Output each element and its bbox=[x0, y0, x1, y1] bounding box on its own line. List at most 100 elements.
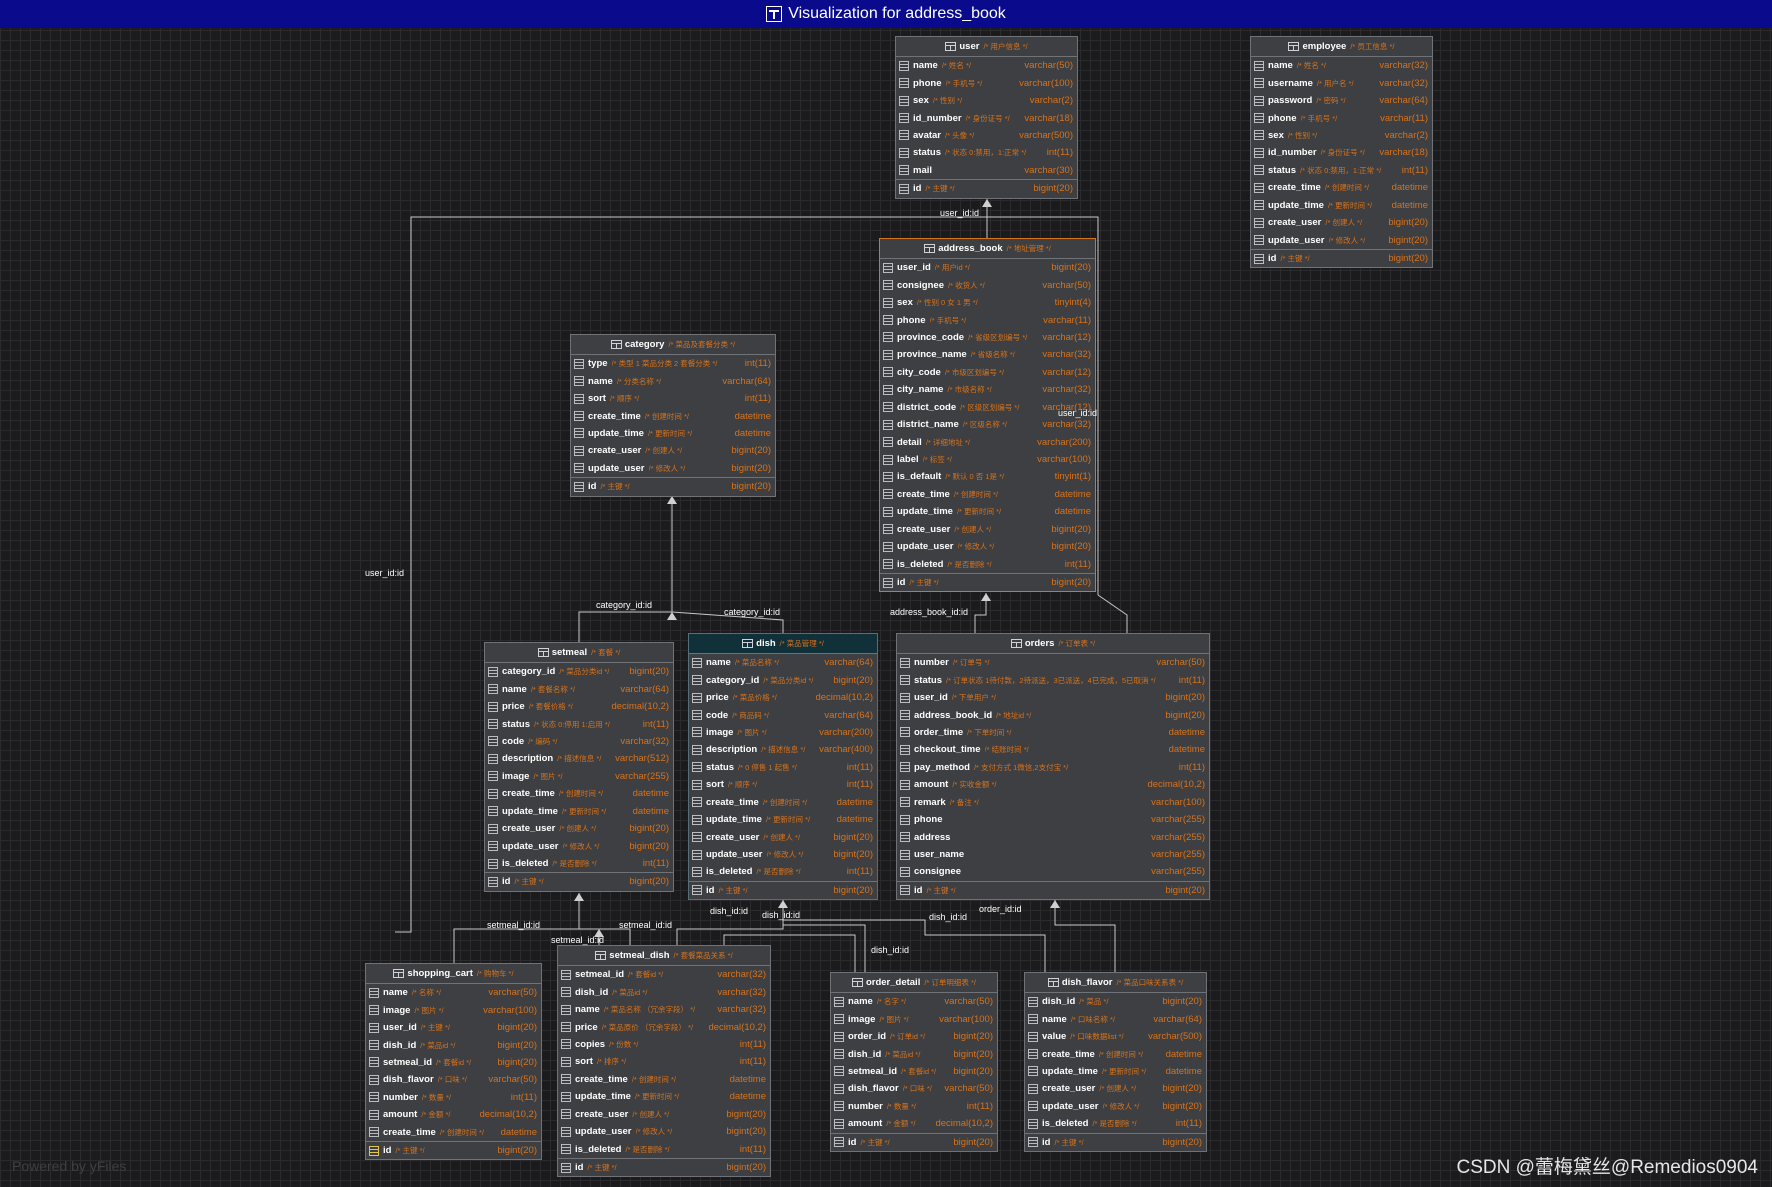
column-row[interactable]: create_user/* 创建人 */ bigint(20) bbox=[1251, 214, 1432, 231]
table-header[interactable]: user/* 用户信息 */ bbox=[896, 37, 1077, 57]
column-row[interactable]: status/* 状态 0:禁用，1:正常 */ int(11) bbox=[896, 144, 1077, 161]
column-row[interactable]: create_time/* 创建时间 */ datetime bbox=[366, 1124, 541, 1141]
column-row[interactable]: create_time/* 创建时间 */ datetime bbox=[485, 785, 673, 802]
column-row[interactable]: status/* 状态 0:停用 1:启用 */ int(11) bbox=[485, 715, 673, 732]
column-row[interactable]: name/* 名字 */ varchar(50) bbox=[831, 993, 997, 1010]
column-row[interactable]: update_user/* 修改人 */ bigint(20) bbox=[689, 846, 877, 863]
column-row[interactable]: dish_id/* 菜品id */ bigint(20) bbox=[366, 1036, 541, 1053]
column-row[interactable]: id/* 主键 */ bigint(20) bbox=[1251, 248, 1432, 267]
column-row[interactable]: district_name/* 区级名称 */ varchar(32) bbox=[880, 416, 1095, 433]
column-row[interactable]: name/* 菜品名称 */ varchar(64) bbox=[689, 654, 877, 671]
column-row[interactable]: sex/* 性别 */ varchar(2) bbox=[1251, 127, 1432, 144]
column-row[interactable]: id/* 主键 */ bigint(20) bbox=[571, 477, 775, 495]
column-row[interactable]: id/* 主键 */ bigint(20) bbox=[880, 572, 1095, 591]
column-row[interactable]: image/* 图片 */ varchar(255) bbox=[485, 768, 673, 785]
column-row[interactable]: id_number/* 身份证号 */ varchar(18) bbox=[896, 109, 1077, 126]
column-row[interactable]: name/* 套餐名称 */ varchar(64) bbox=[485, 680, 673, 697]
column-row[interactable]: create_user/* 创建人 */ bigint(20) bbox=[558, 1106, 770, 1123]
column-row[interactable]: is_deleted/* 是否删除 */ int(11) bbox=[880, 555, 1095, 572]
column-row[interactable]: update_user/* 修改人 */ bigint(20) bbox=[571, 460, 775, 477]
column-row[interactable]: price/* 套餐价格 */ decimal(10,2) bbox=[485, 698, 673, 715]
column-row[interactable]: address varchar(255) bbox=[897, 828, 1209, 845]
column-row[interactable]: create_time/* 创建时间 */ datetime bbox=[689, 794, 877, 811]
column-row[interactable]: name/* 菜品名称 （冗余字段） */ varchar(32) bbox=[558, 1001, 770, 1018]
column-row[interactable]: update_time/* 更新时间 */ datetime bbox=[485, 803, 673, 820]
column-row[interactable]: city_code/* 市级区划编号 */ varchar(12) bbox=[880, 364, 1095, 381]
column-row[interactable]: user_id/* 主键 */ bigint(20) bbox=[366, 1019, 541, 1036]
column-row[interactable]: name/* 姓名 */ varchar(32) bbox=[1251, 57, 1432, 74]
table-header[interactable]: setmeal_dish/* 套餐菜品关系 */ bbox=[558, 946, 770, 966]
column-row[interactable]: sort/* 顺序 */ int(11) bbox=[571, 390, 775, 407]
column-row[interactable]: copies/* 份数 */ int(11) bbox=[558, 1036, 770, 1053]
column-row[interactable]: update_time/* 更新时间 */ datetime bbox=[1025, 1063, 1206, 1080]
column-row[interactable]: create_user/* 创建人 */ bigint(20) bbox=[689, 828, 877, 845]
table-employee[interactable]: employee/* 员工信息 */ name/* 姓名 */ varchar(32… bbox=[1250, 36, 1433, 269]
column-row[interactable]: sex/* 性别 0 女 1 男 */ tinyint(4) bbox=[880, 294, 1095, 311]
column-row[interactable]: label/* 标签 */ varchar(100) bbox=[880, 451, 1095, 468]
column-row[interactable]: image/* 图片 */ varchar(200) bbox=[689, 724, 877, 741]
column-row[interactable]: id/* 主键 */ bigint(20) bbox=[558, 1157, 770, 1176]
column-row[interactable]: dish_id/* 菜品id */ bigint(20) bbox=[831, 1045, 997, 1062]
column-row[interactable]: update_time/* 更新时间 */ datetime bbox=[880, 503, 1095, 520]
table-dish[interactable]: dish/* 菜品管理 */name/* 菜品名称 */varchar(64) c… bbox=[688, 633, 878, 901]
table-header[interactable]: setmeal/* 套餐 */ bbox=[485, 643, 673, 663]
column-row[interactable]: code/* 编码 */ varchar(32) bbox=[485, 733, 673, 750]
column-row[interactable]: id/* 主键 */ bigint(20) bbox=[897, 880, 1209, 899]
table-category[interactable]: category/* 菜品及套餐分类 */type/* 类型 1 菜品分类 2 … bbox=[570, 334, 776, 497]
column-row[interactable]: description/* 描述信息 */ varchar(400) bbox=[689, 741, 877, 758]
column-row[interactable]: price/* 菜品价格 */ decimal(10,2) bbox=[689, 689, 877, 706]
column-row[interactable]: city_name/* 市级名称 */ varchar(32) bbox=[880, 381, 1095, 398]
column-row[interactable]: price/* 菜品原价 （冗余字段） */ decimal(10,2) bbox=[558, 1018, 770, 1035]
table-order-detail[interactable]: order_detail/* 订单明细表 */ name/* 名字 */ varch… bbox=[830, 972, 998, 1152]
column-row[interactable]: status/* 状态 0:禁用，1:正常 */ int(11) bbox=[1251, 162, 1432, 179]
column-row[interactable]: province_name/* 省级名称 */ varchar(32) bbox=[880, 346, 1095, 363]
column-row[interactable]: type/* 类型 1 菜品分类 2 套餐分类 */ int(11) bbox=[571, 355, 775, 372]
table-setmeal[interactable]: setmeal/* 套餐 */ category_id/* 菜品分类id */ bi… bbox=[484, 642, 674, 892]
column-row[interactable]: id/* 主键 */ bigint(20) bbox=[689, 880, 877, 899]
column-row[interactable]: setmeal_id/* 套餐id */ varchar(32) bbox=[558, 966, 770, 983]
column-row[interactable]: user_name varchar(255) bbox=[897, 846, 1209, 863]
table-header[interactable]: order_detail/* 订单明细表 */ bbox=[831, 973, 997, 993]
column-row[interactable]: update_user/* 修改人 */ bigint(20) bbox=[1025, 1098, 1206, 1115]
column-row[interactable]: detail/* 详细地址 */ varchar(200) bbox=[880, 433, 1095, 450]
column-row[interactable]: user_id/* 下单用户 */ bigint(20) bbox=[897, 689, 1209, 706]
column-row[interactable]: user_id/* 用户id */ bigint(20) bbox=[880, 259, 1095, 276]
column-row[interactable]: update_user/* 修改人 */ bigint(20) bbox=[485, 837, 673, 854]
column-row[interactable]: update_user/* 修改人 */ bigint(20) bbox=[880, 538, 1095, 555]
column-row[interactable]: order_id/* 订单id */ bigint(20) bbox=[831, 1028, 997, 1045]
column-row[interactable]: name/* 姓名 */ varchar(50) bbox=[896, 57, 1077, 74]
column-row[interactable]: status/* 订单状态 1待付款，2待派送，3已派送，4已完成，5已取消 *… bbox=[897, 671, 1209, 688]
table-orders[interactable]: orders/* 订单表 */ number/* 订单号 */ varchar(50… bbox=[896, 633, 1210, 901]
column-row[interactable]: value/* 口味数据list */ varchar(500) bbox=[1025, 1028, 1206, 1045]
column-row[interactable]: amount/* 实收金额 */ decimal(10,2) bbox=[897, 776, 1209, 793]
column-row[interactable]: is_deleted/* 是否删除 */ int(11) bbox=[1025, 1115, 1206, 1132]
column-row[interactable]: dish_flavor/* 口味 */ varchar(50) bbox=[831, 1080, 997, 1097]
column-row[interactable]: image/* 图片 */ varchar(100) bbox=[831, 1010, 997, 1027]
column-row[interactable]: create_time/* 创建时间 */ datetime bbox=[558, 1071, 770, 1088]
column-row[interactable]: checkout_time/* 结账时间 */ datetime bbox=[897, 741, 1209, 758]
column-row[interactable]: description/* 描述信息 */ varchar(512) bbox=[485, 750, 673, 767]
column-row[interactable]: phone/* 手机号 */ varchar(11) bbox=[1251, 109, 1432, 126]
column-row[interactable]: is_default/* 默认 0 否 1是 */ tinyint(1) bbox=[880, 468, 1095, 485]
column-row[interactable]: id_number/* 身份证号 */ varchar(18) bbox=[1251, 144, 1432, 161]
column-row[interactable]: number/* 数量 */ int(11) bbox=[831, 1098, 997, 1115]
column-row[interactable]: category_id/* 菜品分类id */ bigint(20) bbox=[689, 671, 877, 688]
column-row[interactable]: sex/* 性别 */ varchar(2) bbox=[896, 92, 1077, 109]
column-row[interactable]: status/* 0 停售 1 起售 */ int(11) bbox=[689, 759, 877, 776]
column-row[interactable]: remark/* 备注 */ varchar(100) bbox=[897, 794, 1209, 811]
column-row[interactable]: phone/* 手机号 */ varchar(100) bbox=[896, 74, 1077, 91]
column-row[interactable]: phone varchar(255) bbox=[897, 811, 1209, 828]
column-row[interactable]: update_time/* 更新时间 */ datetime bbox=[558, 1088, 770, 1105]
column-row[interactable]: setmeal_id/* 套餐id */ bigint(20) bbox=[831, 1063, 997, 1080]
table-dish-flavor[interactable]: dish_flavor/* 菜品口味关系表 */ dish_id/* 菜品 */ b… bbox=[1024, 972, 1207, 1152]
column-row[interactable]: is_deleted/* 是否删除 */ int(11) bbox=[558, 1140, 770, 1157]
column-row[interactable]: setmeal_id/* 套餐id */ bigint(20) bbox=[366, 1054, 541, 1071]
column-row[interactable]: pay_method/* 支付方式 1微信,2支付宝 */ int(11) bbox=[897, 759, 1209, 776]
column-row[interactable]: id/* 主键 */ bigint(20) bbox=[896, 179, 1077, 197]
column-row[interactable]: address_book_id/* 地址id */ bigint(20) bbox=[897, 706, 1209, 723]
column-row[interactable]: sort/* 排序 */ int(11) bbox=[558, 1053, 770, 1070]
column-row[interactable]: consignee varchar(255) bbox=[897, 863, 1209, 880]
column-row[interactable]: dish_id/* 菜品id */ varchar(32) bbox=[558, 983, 770, 1000]
column-row[interactable]: id/* 主键 */ bigint(20) bbox=[366, 1140, 541, 1159]
table-header[interactable]: category/* 菜品及套餐分类 */ bbox=[571, 335, 775, 355]
